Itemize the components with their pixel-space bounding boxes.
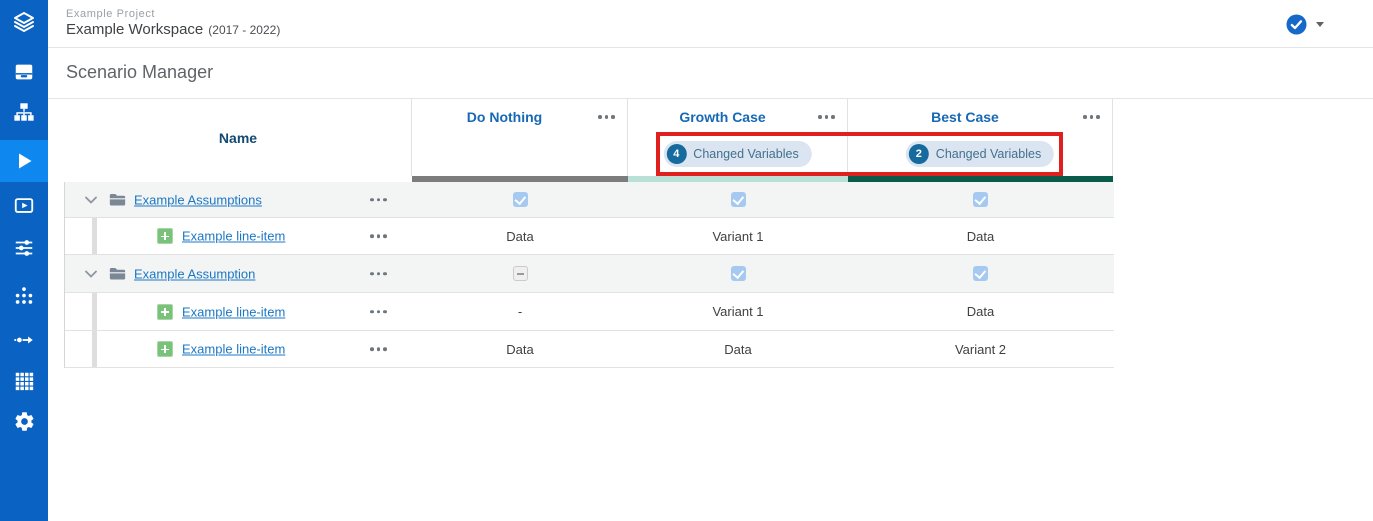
scenario-title[interactable]: Best Case	[848, 109, 1082, 125]
play-icon	[12, 149, 36, 173]
cell-value: Data	[848, 218, 1113, 254]
badge-label: Changed Variables	[693, 147, 798, 161]
table-row: Example Assumption	[65, 255, 1114, 293]
table-row: Example line-item Data Data Variant 2	[65, 331, 1114, 368]
name-header-label: Name	[219, 130, 257, 146]
scenario-checkbox[interactable]	[731, 266, 746, 281]
badge-count: 4	[666, 144, 686, 164]
scenario-checkbox[interactable]	[731, 192, 746, 207]
sidebar-item-settings[interactable]	[0, 401, 48, 441]
row-label-link[interactable]: Example Assumptions	[134, 192, 262, 207]
section-header: Scenario Manager	[48, 48, 1373, 99]
name-column-header: Name	[65, 99, 412, 176]
scenario-menu-button[interactable]	[598, 115, 615, 119]
page-title: Scenario Manager	[66, 62, 213, 83]
transition-arrow-icon	[13, 329, 35, 351]
scenario-column-do-nothing: Do Nothing	[412, 99, 628, 176]
badge-count: 2	[909, 144, 929, 164]
sidebar-item-grid[interactable]	[0, 361, 48, 401]
scenario-checkbox[interactable]	[513, 266, 528, 281]
cell-value: Variant 1	[628, 293, 848, 330]
cell-value: -	[412, 293, 628, 330]
sidebar-item-sliders[interactable]	[0, 228, 48, 268]
workspace-title: Example Workspace	[66, 21, 203, 38]
row-label-link[interactable]: Example line-item	[182, 229, 285, 244]
table-row: Example line-item - Variant 1 Data	[65, 293, 1114, 331]
node-tree-icon	[13, 285, 35, 307]
row-menu-button[interactable]	[370, 310, 387, 314]
row-label-link[interactable]: Example line-item	[182, 304, 285, 319]
scenario-title[interactable]: Growth Case	[628, 109, 817, 125]
row-menu-button[interactable]	[370, 272, 387, 276]
badge-label: Changed Variables	[936, 147, 1041, 161]
sidebar-item-scenarios[interactable]	[0, 140, 48, 182]
sidebar-item-sitemap[interactable]	[0, 92, 48, 132]
sidebar-item-transition[interactable]	[0, 320, 48, 360]
settings-gear-icon	[13, 410, 36, 433]
project-label: Example Project	[66, 8, 155, 20]
folder-icon	[109, 267, 126, 281]
indent-guide	[92, 218, 97, 254]
scenario-menu-button[interactable]	[1083, 115, 1100, 119]
sidebar	[0, 0, 48, 521]
sidebar-item-layers[interactable]	[0, 2, 48, 42]
scenario-checkbox[interactable]	[973, 266, 988, 281]
sidebar-item-media-player[interactable]	[0, 186, 48, 226]
cell-value: Data	[848, 293, 1113, 330]
chevron-down-icon[interactable]	[1316, 22, 1324, 27]
status-menu[interactable]	[1286, 14, 1324, 35]
cell-value: Data	[628, 331, 848, 367]
row-label-link[interactable]: Example line-item	[182, 342, 285, 357]
scenario-title[interactable]: Do Nothing	[412, 109, 597, 125]
check-circle-icon[interactable]	[1286, 14, 1307, 35]
scenario-menu-button[interactable]	[818, 115, 835, 119]
chevron-down-icon[interactable]	[85, 196, 97, 204]
archive-icon	[13, 61, 35, 83]
scenario-manager-page: Example Project Example Workspace (2017 -…	[0, 0, 1373, 521]
cell-value: Data	[412, 331, 628, 367]
line-item-icon	[157, 304, 173, 320]
folder-icon	[109, 193, 126, 207]
scenario-column-best-case: Best Case 2 Changed Variables	[848, 99, 1113, 176]
sitemap-icon	[13, 101, 35, 123]
row-menu-button[interactable]	[370, 198, 387, 202]
sidebar-item-archive[interactable]	[0, 52, 48, 92]
changed-variables-badge[interactable]: 4 Changed Variables	[663, 141, 811, 167]
scenario-checkbox[interactable]	[513, 192, 528, 207]
line-item-icon	[157, 228, 173, 244]
scenario-column-growth-case: Growth Case 4 Changed Variables	[628, 99, 848, 176]
table-row: Example line-item Data Variant 1 Data	[65, 218, 1114, 255]
top-header: Example Project Example Workspace (2017 -…	[48, 0, 1373, 48]
cell-value: Variant 2	[848, 331, 1113, 367]
chevron-down-icon[interactable]	[85, 270, 97, 278]
indent-guide	[92, 293, 97, 330]
media-player-icon	[13, 195, 35, 217]
table-row: Example Assumptions	[65, 182, 1114, 218]
indent-guide	[92, 331, 97, 367]
layers-icon	[12, 10, 36, 34]
cell-value: Data	[412, 218, 628, 254]
scenario-checkbox[interactable]	[973, 192, 988, 207]
sliders-icon	[13, 237, 35, 259]
grid-icon	[14, 371, 35, 392]
row-menu-button[interactable]	[370, 347, 387, 351]
changed-variables-badge[interactable]: 2 Changed Variables	[906, 141, 1054, 167]
cell-value: Variant 1	[628, 218, 848, 254]
line-item-icon	[157, 341, 173, 357]
row-menu-button[interactable]	[370, 234, 387, 238]
row-label-link[interactable]: Example Assumption	[134, 266, 255, 281]
workspace-period: (2017 - 2022)	[208, 23, 280, 37]
sidebar-item-node-tree[interactable]	[0, 276, 48, 316]
